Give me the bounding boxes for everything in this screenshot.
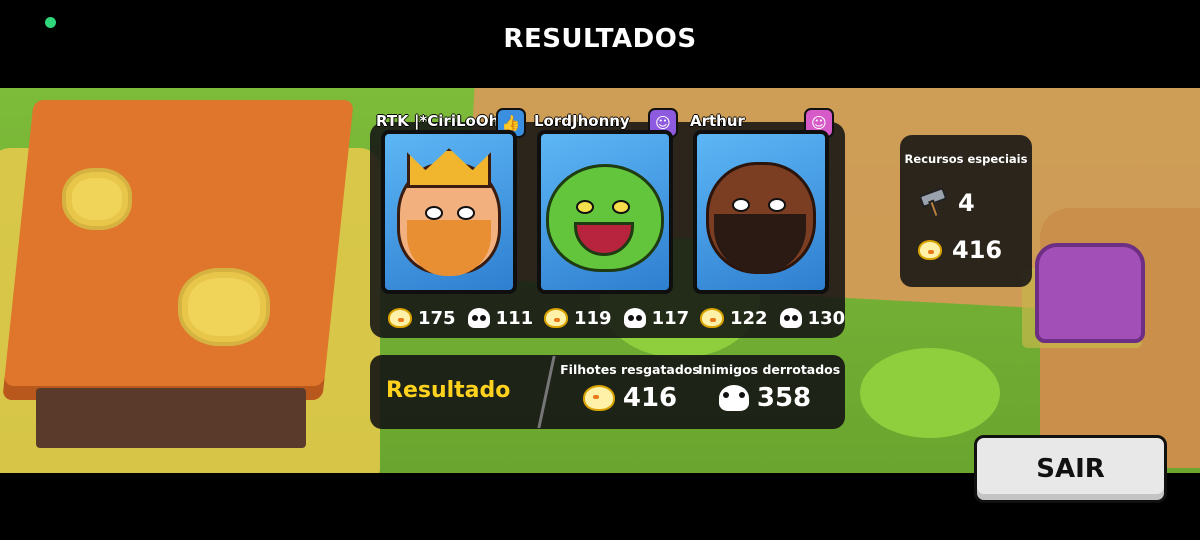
player-portrait-card — [381, 130, 517, 294]
hammer-icon — [918, 186, 948, 219]
result-label: Resultado — [386, 378, 511, 403]
chick-icon — [582, 385, 615, 411]
skull-icon — [623, 308, 646, 328]
rescued-summary: Filhotes resgatados 416 — [560, 362, 700, 413]
exit-button[interactable]: SAIR — [974, 435, 1167, 503]
skull-icon — [467, 308, 490, 328]
player-kill-count: 130 — [807, 307, 846, 329]
player-stats: 122 130 — [700, 305, 845, 331]
barn-wall — [36, 388, 306, 448]
defeated-value: 358 — [756, 383, 812, 413]
player-chick-count: 119 — [574, 307, 612, 329]
player-stats: 175 111 — [388, 305, 533, 331]
defeated-summary: Inimigos derrotados 358 — [698, 362, 841, 413]
player-portrait-card — [693, 130, 829, 294]
player-chick-count: 122 — [730, 307, 768, 329]
player-name: Arthur — [690, 112, 745, 130]
player-name: LordJhonny — [534, 112, 630, 130]
rescued-title: Filhotes resgatados — [560, 362, 700, 377]
player-kill-count: 111 — [495, 307, 534, 329]
treasure-chest — [1035, 243, 1145, 343]
grass-patch — [860, 348, 1000, 438]
hog-rider-portrait — [706, 162, 816, 275]
king-portrait — [397, 148, 501, 277]
hammer-count: 4 — [958, 189, 975, 217]
hay-barrel — [178, 268, 270, 346]
defeated-title: Inimigos derrotados — [698, 362, 841, 377]
special-chick-count: 416 — [952, 236, 1003, 264]
hay-barrel — [62, 168, 132, 230]
top-bar: RESULTADOS — [0, 0, 1200, 88]
skull-icon — [779, 308, 802, 328]
special-resource-chicks: 416 — [918, 233, 1002, 267]
chick-icon — [918, 240, 942, 260]
player-name: RTK |*CiriLoOh* — [376, 112, 508, 130]
player-portrait-card — [537, 130, 673, 294]
barn-roof — [2, 100, 354, 400]
skull-icon — [718, 385, 749, 411]
chick-icon — [700, 308, 724, 328]
page-title: RESULTADOS — [503, 24, 697, 54]
player-chick-count: 175 — [418, 307, 456, 329]
special-resource-hammer: 4 — [918, 186, 975, 220]
chick-icon — [544, 308, 568, 328]
chick-icon — [388, 308, 412, 328]
rescued-value: 416 — [622, 383, 678, 413]
player-kill-count: 117 — [651, 307, 690, 329]
goblin-portrait — [546, 164, 664, 273]
player-stats: 119 117 — [544, 305, 689, 331]
special-resources-title: Recursos especiais — [904, 152, 1028, 166]
